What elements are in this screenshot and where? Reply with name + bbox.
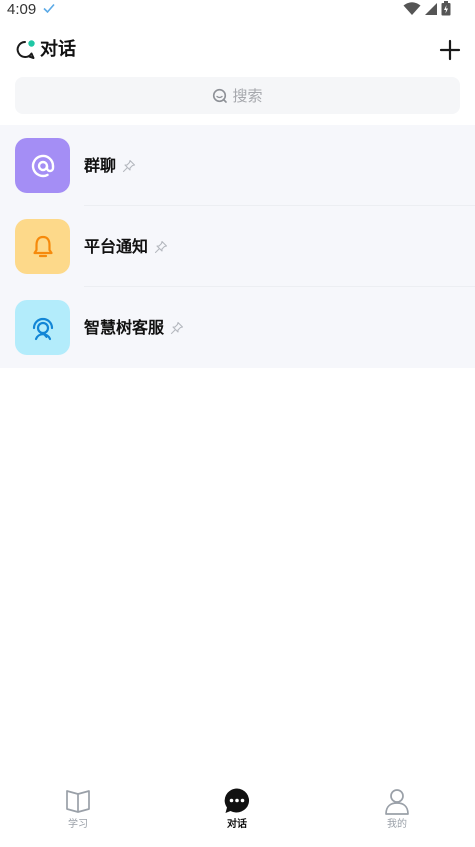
tab-bar: 学习 对话 我的: [0, 783, 475, 847]
tab-label: 学习: [68, 819, 88, 830]
tab-label: 对话: [227, 819, 247, 830]
conversation-name: 平台通知: [84, 236, 168, 258]
conversation-title: 智慧树客服: [84, 318, 165, 337]
pin-icon: [154, 240, 168, 254]
bell-icon: [32, 235, 53, 257]
avatar: [15, 300, 70, 355]
search-icon: [213, 88, 228, 103]
avatar: [15, 219, 70, 274]
list-item[interactable]: 平台通知: [0, 206, 475, 287]
list-item[interactable]: 群聊: [0, 125, 475, 206]
wifi-icon: [403, 1, 421, 15]
status-time: 4:09: [7, 1, 37, 18]
search-input[interactable]: 搜索: [15, 77, 460, 114]
conversation-name: 智慧树客服: [84, 317, 184, 339]
chat-bubble-icon: [224, 788, 250, 813]
at-chat-icon: [31, 154, 54, 177]
conversation-name: 群聊: [84, 155, 136, 177]
sync-check-icon: [43, 3, 55, 14]
person-icon: [385, 789, 409, 815]
battery-icon: [441, 1, 451, 16]
page-title: 对话: [40, 39, 76, 60]
list-item[interactable]: 智慧树客服: [0, 287, 475, 368]
tab-study[interactable]: 学习: [18, 783, 138, 843]
header: 对话: [0, 30, 475, 70]
tab-chat[interactable]: 对话: [177, 783, 297, 843]
support-agent-icon: [32, 317, 53, 340]
signal-icon: [425, 2, 437, 15]
chat-logo-icon: [16, 40, 35, 59]
conversation-title: 群聊: [84, 156, 117, 175]
pin-icon: [170, 321, 184, 335]
status-bar: 4:09: [0, 0, 475, 22]
book-icon: [66, 790, 90, 813]
search-placeholder: 搜索: [232, 87, 263, 105]
tab-me[interactable]: 我的: [337, 783, 457, 843]
add-button[interactable]: [438, 38, 462, 62]
tab-label: 我的: [387, 819, 407, 830]
conversation-title: 平台通知: [84, 237, 149, 256]
status-icons: [403, 1, 451, 16]
pin-icon: [122, 159, 136, 173]
avatar: [15, 138, 70, 193]
conversation-list: 群聊 平台通知 智慧树客服: [0, 125, 475, 368]
